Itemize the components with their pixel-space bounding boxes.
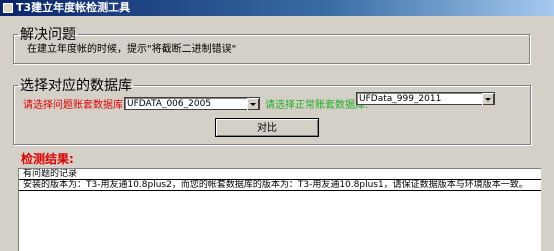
chevron-down-icon[interactable] bbox=[482, 93, 494, 105]
normal-db-value: UFData_999_2011 bbox=[359, 94, 442, 104]
database-legend: 选择对应的数据库 bbox=[20, 78, 132, 94]
results-list[interactable]: 有问题的记录 安装的版本为：T3-用友通10.8plus2，而您的帐套数据库的版… bbox=[18, 168, 541, 251]
problem-db-label: 请选择问题账套数据库: bbox=[23, 100, 127, 111]
results-title: 检测结果: bbox=[21, 152, 74, 166]
normal-db-label: 请选择正常账套数据库: bbox=[265, 100, 369, 111]
chevron-down-icon[interactable] bbox=[247, 98, 259, 110]
problem-hint: 在建立年度帐的时候，提示"将截断二进制错误" bbox=[27, 44, 237, 55]
compare-button[interactable]: 对比 bbox=[215, 118, 319, 137]
problem-db-value: UFDATA_006_2005 bbox=[127, 99, 212, 109]
result-row[interactable]: 安装的版本为：T3-用友通10.8plus2，而您的帐套数据库的版本为：T3-用… bbox=[19, 180, 541, 191]
window-title: T3建立年度帐检测工具 bbox=[16, 1, 131, 14]
problem-db-select[interactable]: UFDATA_006_2005 bbox=[124, 97, 260, 110]
title-bar[interactable]: T3建立年度帐检测工具 bbox=[0, 0, 554, 16]
normal-db-select[interactable]: UFData_999_2011 bbox=[356, 92, 495, 105]
app-icon bbox=[3, 3, 13, 13]
result-row[interactable]: 有问题的记录 bbox=[19, 169, 541, 180]
